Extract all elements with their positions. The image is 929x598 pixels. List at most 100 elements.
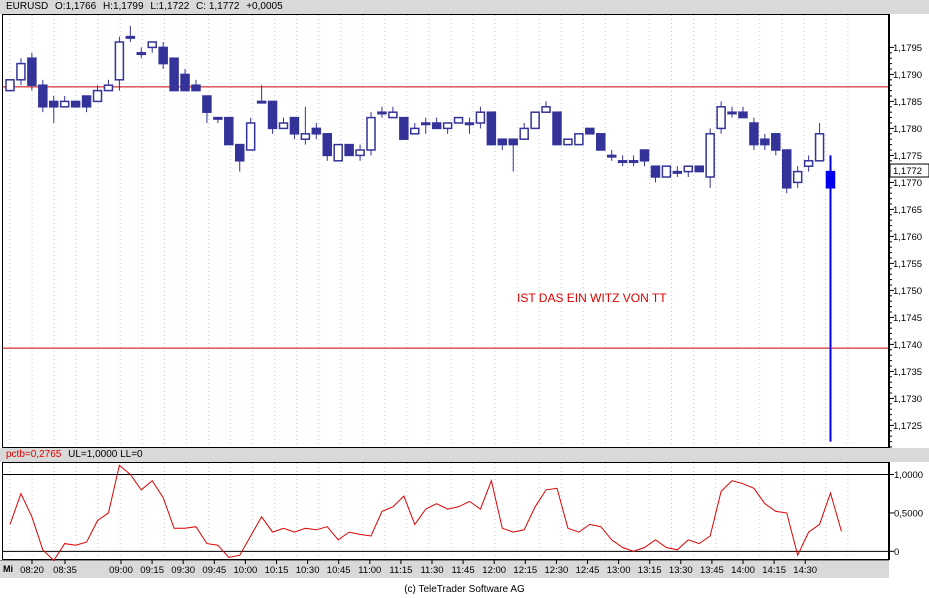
candle-body: [300, 133, 311, 140]
candle-body: [497, 138, 508, 146]
candle-body: [278, 122, 289, 130]
candle-body: [125, 35, 136, 39]
candle-body: [672, 170, 683, 174]
candle-body: [683, 165, 694, 173]
candle-body: [431, 122, 442, 130]
candle-body: [16, 62, 26, 81]
time-tick-label: 12:15: [513, 565, 537, 576]
candle-body: [781, 149, 792, 189]
candle-body: [202, 95, 212, 113]
time-tick-label: 10:15: [265, 565, 289, 576]
candle-body: [661, 165, 672, 178]
time-tick-label: 10:00: [234, 565, 258, 576]
candle-body: [267, 100, 278, 130]
candle-body: [727, 111, 737, 115]
candle-body: [38, 84, 48, 108]
candle-body: [585, 127, 595, 135]
candle-body: [289, 116, 300, 135]
candle-body: [70, 100, 81, 108]
time-tick-label: 13:00: [607, 565, 631, 576]
candle-body: [596, 133, 606, 151]
candle-body: [59, 100, 70, 108]
candle-body: [519, 127, 529, 140]
candle-body: [322, 133, 333, 157]
last-price-label: 1,1772: [893, 166, 922, 177]
candle-body: [825, 170, 836, 189]
candle-body: [103, 84, 114, 92]
candle-body: [705, 133, 715, 178]
candle-body: [245, 122, 256, 151]
time-tick-label: 09:45: [202, 565, 226, 576]
candle-body: [224, 116, 234, 146]
candle-body: [136, 52, 147, 56]
candle-body: [388, 111, 398, 119]
candle-body: [311, 127, 322, 135]
candle-body: [475, 111, 486, 124]
candle-body: [617, 160, 628, 164]
price-tick-label: 1,1760: [893, 232, 922, 243]
price-tick-label: 1,1770: [893, 178, 922, 189]
time-tick-label: 10:30: [296, 565, 320, 576]
price-tick-label: 1,1795: [893, 43, 922, 54]
candle-body: [563, 138, 573, 146]
candle-body: [716, 106, 726, 130]
candle-body: [27, 57, 37, 86]
price-tick-label: 1,1755: [893, 259, 922, 270]
price-tick-label: 1,1750: [893, 286, 922, 297]
candle-body: [508, 138, 518, 146]
time-tick-label: 09:00: [109, 565, 133, 576]
price-tick-label: 1,1730: [893, 394, 922, 405]
time-tick-label: 13:45: [700, 565, 724, 576]
indicator-series-line: [9, 464, 842, 562]
time-tick-label: 14:00: [731, 565, 755, 576]
candle-body: [420, 122, 431, 126]
candle-body: [377, 111, 387, 115]
chart-canvas: 1,17951,17901,17851,17801,17751,17701,17…: [3, 15, 929, 576]
candle-body: [749, 122, 759, 146]
time-tick-label: 13:15: [638, 565, 662, 576]
time-tick-label: 11:45: [452, 565, 475, 576]
candle-body: [49, 100, 59, 108]
price-tick-label: 1,1780: [893, 124, 922, 135]
candle-body: [256, 100, 267, 104]
candle-body: [410, 127, 420, 135]
candle-body: [803, 160, 814, 167]
time-tick-label: 11:00: [358, 565, 381, 576]
time-tick-label: 14:15: [762, 565, 786, 576]
candle-body: [191, 84, 201, 92]
candle-body: [92, 89, 103, 103]
candle-body: [694, 165, 704, 173]
candle-body: [158, 46, 168, 65]
candle-body: [399, 116, 409, 140]
candle-body: [574, 133, 584, 146]
price-tick-label: 1,1790: [893, 70, 922, 81]
candle-body: [333, 143, 343, 162]
candle-body: [814, 133, 825, 162]
candle-body: [355, 149, 365, 157]
candle-body: [606, 154, 617, 158]
price-tick-label: 1,1785: [893, 97, 922, 108]
price-tick-label: 1,1740: [893, 340, 922, 351]
time-tick-label: 08:20: [20, 565, 44, 576]
candle-body: [771, 133, 781, 151]
time-tick-label: 09:15: [140, 565, 164, 576]
indicator-tick-label: 1,0000: [894, 470, 923, 481]
candle-body: [486, 111, 497, 146]
time-tick-label: 11:15: [389, 565, 412, 576]
candle-body: [530, 111, 540, 130]
price-tick-label: 1,1745: [893, 313, 922, 324]
candle-body: [5, 79, 15, 92]
candle-body: [650, 165, 661, 178]
price-tick-label: 1,1725: [893, 421, 922, 432]
candle-body: [114, 41, 125, 81]
candle-body: [366, 116, 376, 151]
candle-body: [180, 73, 190, 92]
time-tick-label: 12:45: [576, 565, 600, 576]
candle-body: [234, 143, 245, 162]
candle-body: [639, 149, 650, 162]
candle-body: [552, 111, 562, 146]
candle-body: [628, 160, 639, 164]
indicator-tick-label: 0,5000: [894, 508, 923, 519]
candle-body: [169, 57, 179, 92]
candle-body: [453, 116, 464, 124]
